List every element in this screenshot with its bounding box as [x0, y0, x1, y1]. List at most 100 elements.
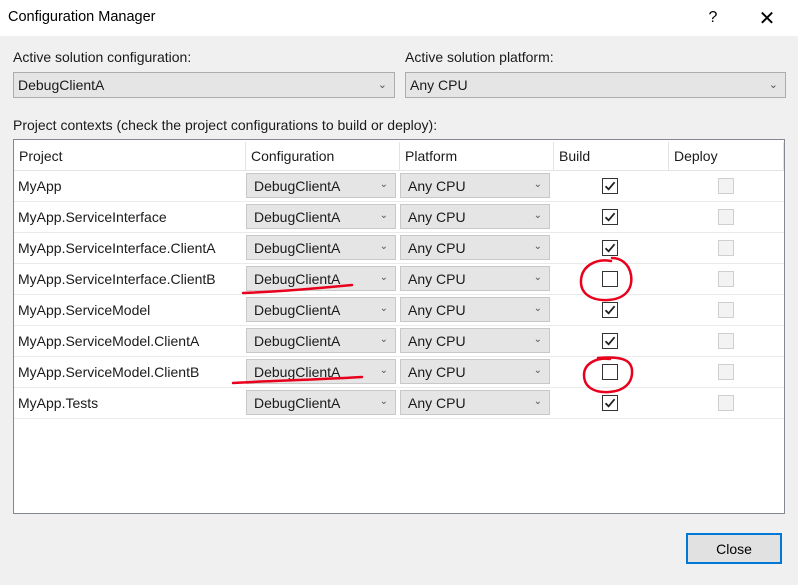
project-name: MyApp.Tests — [18, 395, 99, 411]
row-platform-select[interactable]: Any CPU ⌄ — [400, 390, 550, 415]
close-window-button[interactable]: ✕ — [744, 0, 790, 36]
row-configuration-value: DebugClientA — [254, 395, 341, 411]
row-platform-value: Any CPU — [408, 395, 466, 411]
row-configuration-select[interactable]: DebugClientA ⌄ — [246, 297, 396, 322]
column-header-project[interactable]: Project — [14, 142, 246, 171]
row-platform-value: Any CPU — [408, 178, 466, 194]
title-bar: Configuration Manager ? ✕ — [0, 0, 798, 36]
row-configuration-value: DebugClientA — [254, 240, 341, 256]
chevron-down-icon: ⌄ — [533, 334, 542, 345]
table-row[interactable]: MyApp.ServiceModel.ClientA DebugClientA ⌄ A… — [14, 326, 784, 357]
deploy-checkbox — [718, 302, 734, 318]
project-contexts-label: Project contexts (check the project conf… — [13, 117, 438, 133]
chevron-down-icon: ⌄ — [533, 272, 542, 283]
row-platform-value: Any CPU — [408, 333, 466, 349]
row-configuration-select[interactable]: DebugClientA ⌄ — [246, 328, 396, 353]
chevron-down-icon: ⌄ — [379, 303, 388, 314]
table-row[interactable]: MyApp.ServiceInterface DebugClientA ⌄ Any C… — [14, 202, 784, 233]
deploy-checkbox — [718, 364, 734, 380]
close-icon: ✕ — [758, 7, 776, 30]
project-name: MyApp.ServiceInterface.ClientB — [18, 271, 216, 287]
help-button[interactable]: ? — [690, 0, 736, 36]
column-header-platform[interactable]: Platform — [400, 142, 554, 171]
deploy-checkbox — [718, 333, 734, 349]
chevron-down-icon: ⌄ — [533, 365, 542, 376]
solution-platform-select[interactable]: Any CPU ⌄ — [405, 72, 786, 98]
chevron-down-icon: ⌄ — [379, 210, 388, 221]
solution-platform-value: Any CPU — [410, 77, 468, 93]
build-checkbox[interactable] — [602, 333, 618, 349]
chevron-down-icon: ⌄ — [533, 303, 542, 314]
window-title: Configuration Manager — [8, 9, 156, 25]
row-configuration-value: DebugClientA — [254, 333, 341, 349]
column-header-build[interactable]: Build — [554, 142, 669, 171]
chevron-down-icon: ⌄ — [533, 210, 542, 221]
row-platform-select[interactable]: Any CPU ⌄ — [400, 173, 550, 198]
row-platform-select[interactable]: Any CPU ⌄ — [400, 204, 550, 229]
table-row[interactable]: MyApp.ServiceInterface.ClientB DebugClien… — [14, 264, 784, 295]
deploy-checkbox — [718, 240, 734, 256]
row-platform-select[interactable]: Any CPU ⌄ — [400, 235, 550, 260]
build-checkbox[interactable] — [602, 364, 618, 380]
row-configuration-value: DebugClientA — [254, 302, 341, 318]
project-name: MyApp — [18, 178, 62, 194]
row-configuration-select[interactable]: DebugClientA ⌄ — [246, 173, 396, 198]
build-checkbox[interactable] — [602, 395, 618, 411]
help-icon: ? — [708, 9, 718, 26]
row-platform-value: Any CPU — [408, 209, 466, 225]
chevron-down-icon: ⌄ — [533, 396, 542, 407]
table-row[interactable]: MyApp.ServiceInterface.ClientA DebugClien… — [14, 233, 784, 264]
solution-platform-label: Active solution platform: — [405, 49, 554, 65]
row-configuration-value: DebugClientA — [254, 364, 341, 380]
chevron-down-icon: ⌄ — [379, 179, 388, 190]
project-name: MyApp.ServiceInterface — [18, 209, 167, 225]
chevron-down-icon: ⌄ — [379, 241, 388, 252]
build-checkbox[interactable] — [602, 271, 618, 287]
build-checkbox[interactable] — [602, 240, 618, 256]
build-checkbox[interactable] — [602, 178, 618, 194]
deploy-checkbox — [718, 209, 734, 225]
row-platform-select[interactable]: Any CPU ⌄ — [400, 297, 550, 322]
row-platform-select[interactable]: Any CPU ⌄ — [400, 266, 550, 291]
chevron-down-icon: ⌄ — [533, 179, 542, 190]
row-configuration-select[interactable]: DebugClientA ⌄ — [246, 266, 396, 291]
row-configuration-select[interactable]: DebugClientA ⌄ — [246, 235, 396, 260]
row-configuration-value: DebugClientA — [254, 271, 341, 287]
row-configuration-select[interactable]: DebugClientA ⌄ — [246, 390, 396, 415]
project-name: MyApp.ServiceModel.ClientA — [18, 333, 200, 349]
row-configuration-value: DebugClientA — [254, 178, 341, 194]
row-configuration-select[interactable]: DebugClientA ⌄ — [246, 204, 396, 229]
chevron-down-icon: ⌄ — [377, 79, 387, 91]
solution-config-select[interactable]: DebugClientA ⌄ — [13, 72, 395, 98]
table-row[interactable]: MyApp DebugClientA ⌄ Any CPU ⌄ — [14, 171, 784, 202]
chevron-down-icon: ⌄ — [768, 79, 778, 91]
build-checkbox[interactable] — [602, 302, 618, 318]
build-checkbox[interactable] — [602, 209, 618, 225]
column-header-deploy[interactable]: Deploy — [669, 142, 784, 171]
project-contexts-grid[interactable]: Project Configuration Platform Build Dep… — [13, 139, 785, 514]
chevron-down-icon: ⌄ — [379, 396, 388, 407]
chevron-down-icon: ⌄ — [379, 334, 388, 345]
row-platform-value: Any CPU — [408, 271, 466, 287]
table-row[interactable]: MyApp.ServiceModel DebugClientA ⌄ Any CPU ⌄ — [14, 295, 784, 326]
solution-config-label: Active solution configuration: — [13, 49, 192, 65]
row-platform-value: Any CPU — [408, 302, 466, 318]
column-header-configuration[interactable]: Configuration — [246, 142, 400, 171]
chevron-down-icon: ⌄ — [379, 365, 388, 376]
project-name: MyApp.ServiceModel — [18, 302, 151, 318]
table-row[interactable]: MyApp.ServiceModel.ClientB DebugClientA ⌄ A… — [14, 357, 784, 388]
row-platform-select[interactable]: Any CPU ⌄ — [400, 359, 550, 384]
row-configuration-select[interactable]: DebugClientA ⌄ — [246, 359, 396, 384]
row-platform-select[interactable]: Any CPU ⌄ — [400, 328, 550, 353]
deploy-checkbox — [718, 271, 734, 287]
deploy-checkbox — [718, 395, 734, 411]
project-name: MyApp.ServiceInterface.ClientA — [18, 240, 216, 256]
chevron-down-icon: ⌄ — [379, 272, 388, 283]
table-row[interactable]: MyApp.Tests DebugClientA ⌄ Any CPU ⌄ — [14, 388, 784, 419]
row-platform-value: Any CPU — [408, 240, 466, 256]
solution-config-value: DebugClientA — [18, 77, 105, 93]
row-configuration-value: DebugClientA — [254, 209, 341, 225]
deploy-checkbox — [718, 178, 734, 194]
close-button[interactable]: Close — [686, 533, 782, 564]
row-platform-value: Any CPU — [408, 364, 466, 380]
